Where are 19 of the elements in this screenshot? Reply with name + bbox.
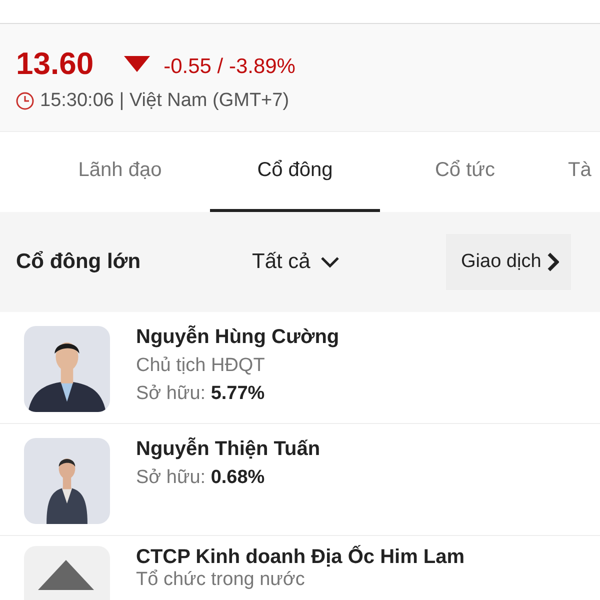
stock-price: 13.60	[16, 46, 94, 82]
ownership-text: Sở hữu: 0.68%	[136, 467, 266, 489]
transactions-button[interactable]: Giao dịch	[446, 234, 572, 290]
clock-icon	[16, 92, 34, 110]
holder-name[interactable]: CTCP Kinh doanh Địa Ốc Him Lam	[136, 546, 465, 569]
timestamp: 15:30:06 | Việt Nam (GMT+7)	[40, 90, 290, 112]
ownership-text: Sở hữu: 5.77%	[136, 383, 266, 405]
chevron-right-icon	[547, 252, 560, 272]
section-title: Cổ đông lớn	[16, 250, 142, 274]
chevron-down-icon	[320, 256, 340, 268]
filter-dropdown[interactable]: Tất cả	[252, 250, 446, 274]
price-change: -0.55 / -3.89%	[164, 54, 296, 79]
holder-name[interactable]: Nguyễn Thiện Tuấn	[136, 438, 320, 461]
holder-name[interactable]: Nguyễn Hùng Cường	[136, 326, 340, 349]
tab[interactable]: Tà	[550, 132, 600, 212]
holder-role: Chủ tịch HĐQT	[136, 355, 266, 377]
tab[interactable]: Cổ tức	[380, 132, 550, 212]
holder-role: Tổ chức trong nước	[136, 569, 306, 591]
tab[interactable]: Lãnh đạo	[0, 132, 210, 212]
